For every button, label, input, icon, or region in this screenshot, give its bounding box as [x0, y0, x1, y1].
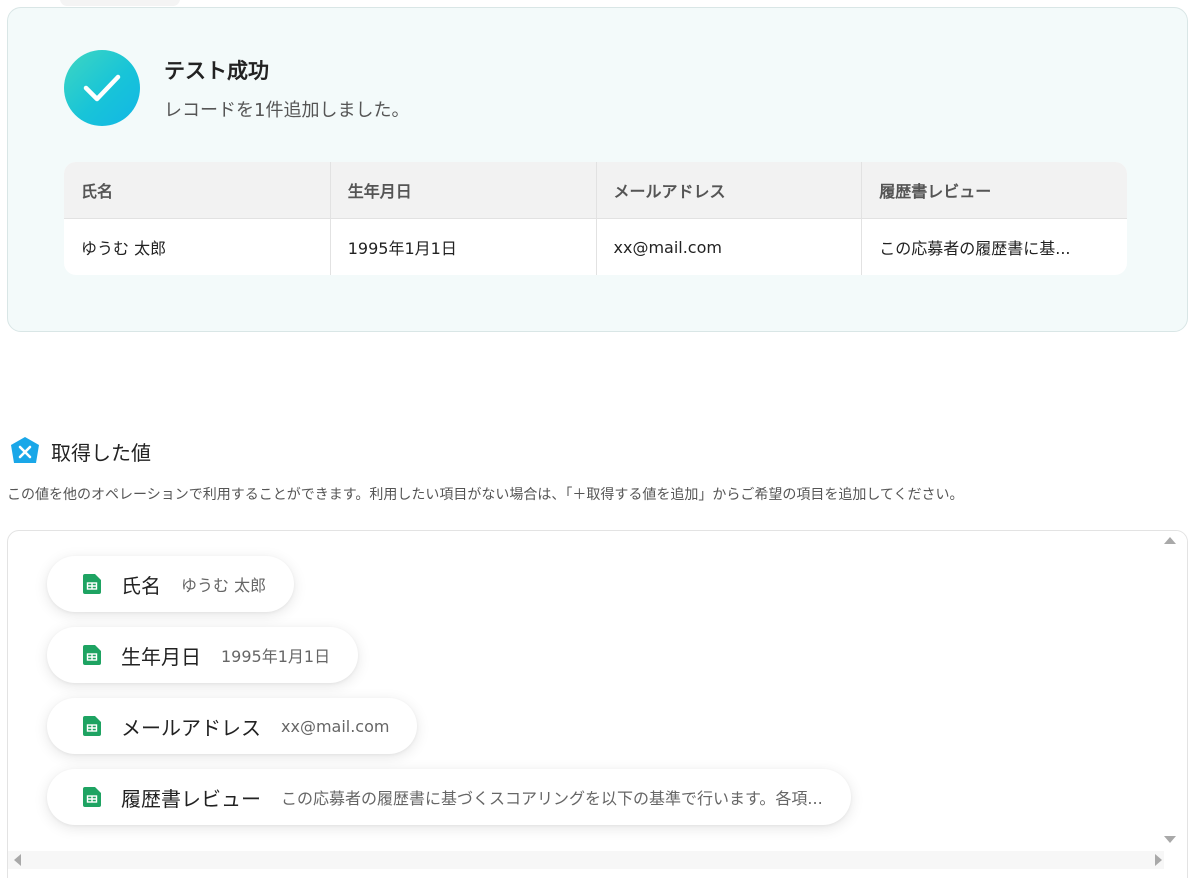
- page: テスト成功 レコードを1件追加しました。 氏名 生年月日 メールアドレス 履歴書…: [0, 0, 1196, 878]
- table-header-cell: 生年月日: [329, 162, 596, 218]
- scroll-up-arrow-icon[interactable]: [1164, 537, 1176, 544]
- vertical-scrollbar[interactable]: [1167, 531, 1187, 856]
- table-header-cell: 履歴書レビュー: [861, 162, 1127, 218]
- value-chip-value: xx@mail.com: [281, 716, 390, 736]
- scroll-right-arrow-icon[interactable]: [1155, 854, 1162, 866]
- value-chip-label: 履歴書レビュー: [121, 786, 261, 811]
- spreadsheet-icon: [83, 716, 101, 736]
- value-chip-value: 1995年1月1日: [221, 647, 331, 666]
- value-chip-email[interactable]: メールアドレス xx@mail.com: [47, 698, 418, 754]
- value-chip-label: 氏名: [121, 573, 161, 598]
- horizontal-scrollbar[interactable]: [8, 851, 1164, 869]
- variable-x-icon: [9, 436, 41, 466]
- spreadsheet-icon: [83, 574, 101, 594]
- table-header-cell: メールアドレス: [595, 162, 862, 218]
- spreadsheet-icon: [83, 645, 101, 665]
- value-chip-label: メールアドレス: [121, 715, 261, 740]
- table-header-cell: 氏名: [81, 182, 114, 201]
- test-success-card: テスト成功 レコードを1件追加しました。 氏名 生年月日 メールアドレス 履歴書…: [7, 7, 1188, 332]
- table-cell: この応募者の履歴書に基...: [861, 219, 1127, 275]
- scroll-down-arrow-icon[interactable]: [1164, 836, 1176, 843]
- value-chip-value: この応募者の履歴書に基づくスコアリングを以下の基準で行います。各項...: [281, 789, 823, 808]
- section-description: この値を他のオペレーションで利用することができます。利用したい項目がない場合は、…: [7, 487, 964, 503]
- result-table: 氏名 生年月日 メールアドレス 履歴書レビュー ゆうむ 太郎 1995年1月1日…: [64, 162, 1127, 275]
- scroll-left-arrow-icon[interactable]: [14, 854, 21, 866]
- value-chip-value: ゆうむ 太郎: [181, 576, 267, 595]
- table-cell: 1995年1月1日: [329, 219, 596, 275]
- value-chip-birthdate[interactable]: 生年月日 1995年1月1日: [47, 627, 359, 683]
- check-icon: [64, 50, 140, 126]
- table-cell: xx@mail.com: [595, 219, 862, 275]
- value-chip-name[interactable]: 氏名 ゆうむ 太郎: [47, 556, 295, 612]
- value-chip-resume-review[interactable]: 履歴書レビュー この応募者の履歴書に基づくスコアリングを以下の基準で行います。各…: [47, 769, 851, 825]
- table-header-row: 氏名 生年月日 メールアドレス 履歴書レビュー: [64, 162, 1127, 218]
- top-tab-remnant: [60, 0, 180, 6]
- section-title: 取得した値: [51, 441, 151, 465]
- success-title: テスト成功: [164, 59, 269, 83]
- spreadsheet-icon: [83, 787, 101, 807]
- success-subtitle: レコードを1件追加しました。: [164, 100, 410, 121]
- value-chip-label: 生年月日: [121, 644, 201, 669]
- table-row: ゆうむ 太郎 1995年1月1日 xx@mail.com この応募者の履歴書に基…: [64, 218, 1127, 275]
- table-cell: ゆうむ 太郎: [81, 239, 167, 258]
